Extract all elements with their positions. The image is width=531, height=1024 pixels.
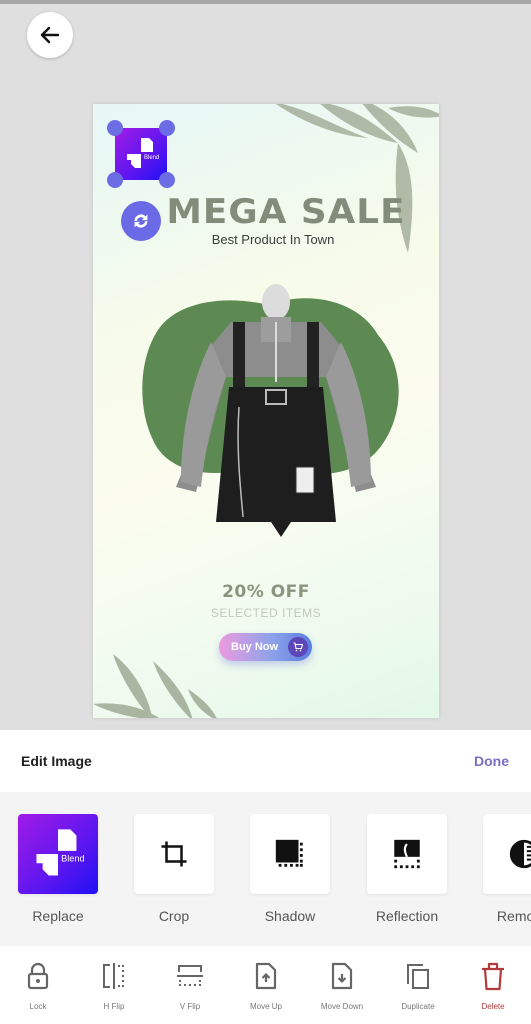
- buy-now-button[interactable]: Buy Now: [219, 633, 312, 661]
- h-flip-icon: [103, 963, 124, 989]
- move-down-button[interactable]: Move Down: [304, 960, 380, 1011]
- done-button[interactable]: Done: [474, 753, 509, 769]
- resize-handle-bottom-left[interactable]: [107, 172, 123, 188]
- tool-label: Crop: [158, 908, 190, 924]
- blend-logo-icon: Blend: [127, 138, 159, 168]
- v-flip-button[interactable]: V Flip: [152, 960, 228, 1011]
- move-up-icon: [255, 962, 277, 990]
- v-flip-label: V Flip: [179, 1002, 201, 1011]
- svg-text:Blend: Blend: [61, 854, 85, 864]
- blend-logo-icon: Blend: [36, 829, 85, 876]
- reflection-icon: [394, 839, 420, 869]
- duplicate-icon: [407, 964, 429, 989]
- poster[interactable]: MEGA SALE Best Product In Town 20% OFF S…: [93, 104, 439, 718]
- edit-panel-header: Edit Image Done: [0, 730, 531, 792]
- offer-text[interactable]: 20% OFF: [93, 582, 439, 602]
- h-flip-button[interactable]: H Flip: [76, 960, 152, 1011]
- delete-button[interactable]: Delete: [455, 960, 531, 1011]
- resize-handle-bottom-right[interactable]: [159, 172, 175, 188]
- lock-button[interactable]: Lock: [0, 960, 76, 1011]
- editor-canvas: MEGA SALE Best Product In Town 20% OFF S…: [0, 60, 531, 730]
- arrow-left-icon: [40, 26, 60, 44]
- back-button[interactable]: [27, 12, 73, 58]
- tool-label: Reflection: [375, 908, 439, 924]
- delete-label: Delete: [481, 1002, 505, 1011]
- edit-tools-row[interactable]: Blend Replace Crop Shadow Reflection Rem…: [0, 792, 531, 946]
- shadow-icon: [275, 839, 303, 867]
- move-down-icon: [331, 962, 353, 990]
- resize-handle-top-right[interactable]: [159, 120, 175, 136]
- status-bar-divider: [0, 0, 531, 4]
- bottom-toolbar: Lock H Flip V Flip Move Up Move Down Dup…: [0, 946, 531, 1024]
- delete-icon: [482, 962, 504, 991]
- dress-product-image[interactable]: [171, 282, 381, 552]
- tool-label: Shadow: [264, 908, 316, 924]
- resize-handle-top-left[interactable]: [107, 120, 123, 136]
- rotate-icon: [134, 214, 148, 228]
- remove-bg-icon: [509, 839, 531, 869]
- buy-now-label: Buy Now: [231, 641, 279, 653]
- offer-subtext[interactable]: SELECTED ITEMS: [93, 606, 439, 620]
- move-down-label: Move Down: [320, 1002, 364, 1011]
- leaf-decoration-bottom: [93, 654, 217, 718]
- crop-icon: [161, 841, 187, 867]
- rotate-button[interactable]: [121, 201, 161, 241]
- selected-logo-element[interactable]: Blend: [115, 128, 167, 180]
- move-up-button[interactable]: Move Up: [228, 960, 304, 1011]
- cart-icon: [288, 637, 308, 657]
- lock-label: Lock: [29, 1002, 47, 1011]
- duplicate-button[interactable]: Duplicate: [380, 960, 456, 1011]
- tool-label: Remove: [496, 908, 531, 924]
- tool-crop[interactable]: Crop: [134, 814, 214, 924]
- tool-remove[interactable]: Remove: [483, 814, 531, 924]
- tool-shadow[interactable]: Shadow: [250, 814, 330, 924]
- tool-replace[interactable]: Blend Replace: [18, 814, 98, 924]
- tool-reflection[interactable]: Reflection: [367, 814, 447, 924]
- lock-icon: [27, 962, 49, 990]
- duplicate-label: Duplicate: [401, 1002, 435, 1011]
- svg-text:Blend: Blend: [144, 155, 159, 161]
- v-flip-icon: [177, 965, 203, 986]
- move-up-label: Move Up: [249, 1002, 282, 1011]
- tool-label: Replace: [32, 908, 84, 924]
- h-flip-label: H Flip: [103, 1002, 125, 1011]
- panel-title: Edit Image: [21, 753, 92, 769]
